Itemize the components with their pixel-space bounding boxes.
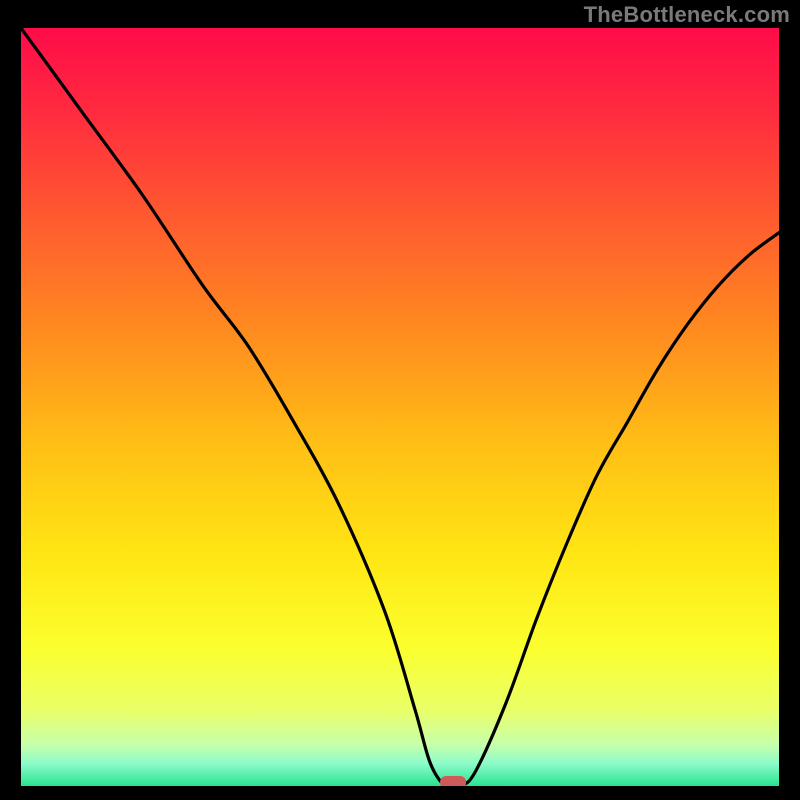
gradient-background [21, 28, 779, 786]
chart-frame: TheBottleneck.com [0, 0, 800, 800]
bottleneck-chart [21, 28, 779, 786]
watermark-text: TheBottleneck.com [584, 2, 790, 28]
plot-area [21, 28, 779, 786]
optimum-marker [440, 776, 466, 786]
